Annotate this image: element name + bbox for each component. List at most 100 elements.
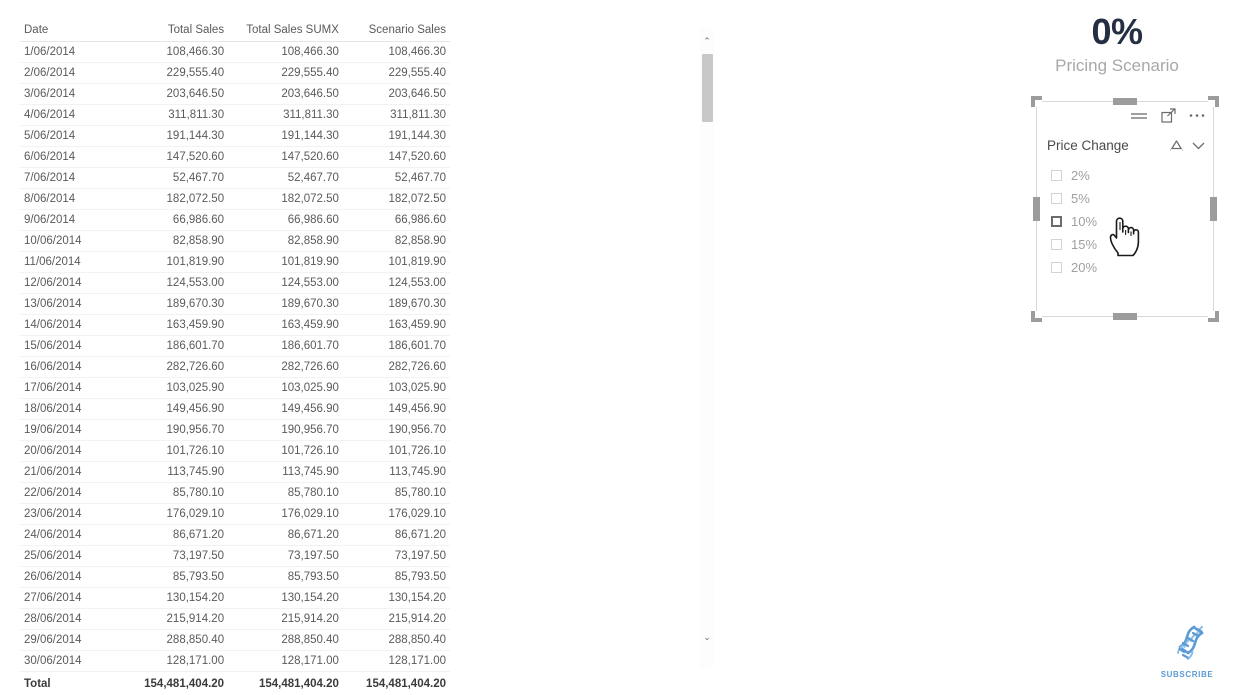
slicer-item[interactable]: 20% xyxy=(1051,256,1201,279)
table-row[interactable]: 16/06/2014282,726.60282,726.60282,726.60 xyxy=(20,357,450,378)
column-header-scenario-sales[interactable]: Scenario Sales xyxy=(343,22,450,42)
slicer-title-row: Price Change xyxy=(1047,138,1205,153)
cell-scenario-sales: 189,670.30 xyxy=(343,294,450,315)
table-row[interactable]: 13/06/2014189,670.30189,670.30189,670.30 xyxy=(20,294,450,315)
table-row[interactable]: 4/06/2014311,811.30311,811.30311,811.30 xyxy=(20,105,450,126)
cell-date: 30/06/2014 xyxy=(20,651,117,672)
cell-scenario-sales: 82,858.90 xyxy=(343,231,450,252)
slicer-item-label: 2% xyxy=(1071,168,1090,183)
cell-date: 24/06/2014 xyxy=(20,525,117,546)
price-change-slicer[interactable]: Price Change 2% 5% 10%15%20% xyxy=(1036,101,1214,317)
cell-total-sales-sumx: 288,850.40 xyxy=(228,630,343,651)
resize-handle-top[interactable] xyxy=(1113,98,1137,105)
cell-date: 27/06/2014 xyxy=(20,588,117,609)
table-row[interactable]: 19/06/2014190,956.70190,956.70190,956.70 xyxy=(20,420,450,441)
cell-total-sales-sumx: 203,646.50 xyxy=(228,84,343,105)
slicer-item[interactable]: 2% xyxy=(1051,164,1201,187)
table-row[interactable]: 29/06/2014288,850.40288,850.40288,850.40 xyxy=(20,630,450,651)
column-header-date[interactable]: Date xyxy=(20,22,117,42)
cell-scenario-sales: 85,793.50 xyxy=(343,567,450,588)
table-row[interactable]: 5/06/2014191,144.30191,144.30191,144.30 xyxy=(20,126,450,147)
resize-handle-bottom[interactable] xyxy=(1113,313,1137,320)
slicer-item[interactable]: 15% xyxy=(1051,233,1201,256)
table-row[interactable]: 25/06/201473,197.5073,197.5073,197.50 xyxy=(20,546,450,567)
column-header-total-sales[interactable]: Total Sales xyxy=(117,22,228,42)
more-options-icon[interactable] xyxy=(1189,113,1205,118)
checkbox-icon[interactable] xyxy=(1051,216,1062,227)
resize-handle-top-right[interactable] xyxy=(1208,96,1219,107)
pricing-scenario-card[interactable]: 0% Pricing Scenario xyxy=(1024,12,1210,78)
table-row[interactable]: 21/06/2014113,745.90113,745.90113,745.90 xyxy=(20,462,450,483)
checkbox-icon[interactable] xyxy=(1051,193,1062,204)
column-header-total-sales-sumx[interactable]: Total Sales SUMX xyxy=(228,22,343,42)
table-row[interactable]: 2/06/2014229,555.40229,555.40229,555.40 xyxy=(20,63,450,84)
table-row[interactable]: 22/06/201485,780.1085,780.1085,780.10 xyxy=(20,483,450,504)
slicer-item-label: 5% xyxy=(1071,191,1090,206)
checkbox-icon[interactable] xyxy=(1051,262,1062,273)
table-row[interactable]: 20/06/2014101,726.10101,726.10101,726.10 xyxy=(20,441,450,462)
table-row[interactable]: 6/06/2014147,520.60147,520.60147,520.60 xyxy=(20,147,450,168)
cell-total-sales-sumx: 189,670.30 xyxy=(228,294,343,315)
cell-total-sales-sumx: 82,858.90 xyxy=(228,231,343,252)
focus-mode-icon[interactable] xyxy=(1161,108,1176,123)
filter-icon[interactable] xyxy=(1130,111,1148,121)
table-row[interactable]: 23/06/2014176,029.10176,029.10176,029.10 xyxy=(20,504,450,525)
table-row[interactable]: 8/06/2014182,072.50182,072.50182,072.50 xyxy=(20,189,450,210)
eraser-clear-icon[interactable] xyxy=(1169,139,1184,152)
table-row[interactable]: 12/06/2014124,553.00124,553.00124,553.00 xyxy=(20,273,450,294)
chevron-down-icon[interactable] xyxy=(1192,141,1205,150)
slicer-header-toolbar[interactable] xyxy=(1130,108,1205,123)
cell-date: 19/06/2014 xyxy=(20,420,117,441)
cell-date: 21/06/2014 xyxy=(20,462,117,483)
resize-handle-bottom-right[interactable] xyxy=(1208,311,1219,322)
sales-table-visual[interactable]: Date Total Sales Total Sales SUMX Scenar… xyxy=(0,0,720,681)
cell-total-sales-sumx: 163,459.90 xyxy=(228,315,343,336)
table-row[interactable]: 1/06/2014108,466.30108,466.30108,466.30 xyxy=(20,42,450,63)
table-row[interactable]: 17/06/2014103,025.90103,025.90103,025.90 xyxy=(20,378,450,399)
table-row[interactable]: 10/06/201482,858.9082,858.9082,858.90 xyxy=(20,231,450,252)
table-row[interactable]: 27/06/2014130,154.20130,154.20130,154.20 xyxy=(20,588,450,609)
resize-handle-right[interactable] xyxy=(1210,197,1217,221)
cell-total-sales: 101,726.10 xyxy=(117,441,228,462)
scroll-up-arrow-icon[interactable]: ⌃ xyxy=(700,34,714,48)
sales-data-table[interactable]: Date Total Sales Total Sales SUMX Scenar… xyxy=(20,22,450,695)
cell-date: 13/06/2014 xyxy=(20,294,117,315)
resize-handle-top-left[interactable] xyxy=(1031,96,1042,107)
resize-handle-left[interactable] xyxy=(1033,197,1040,221)
slicer-item-list[interactable]: 2% 5% 10%15%20% xyxy=(1051,164,1201,279)
cell-total-sales-sumx: 86,671.20 xyxy=(228,525,343,546)
cell-total-sales-sumx: 130,154.20 xyxy=(228,588,343,609)
slicer-item[interactable]: 5% xyxy=(1051,187,1201,210)
cell-date: 15/06/2014 xyxy=(20,336,117,357)
table-row[interactable]: 9/06/201466,986.6066,986.6066,986.60 xyxy=(20,210,450,231)
table-row[interactable]: 30/06/2014128,171.00128,171.00128,171.00 xyxy=(20,651,450,672)
table-row[interactable]: 14/06/2014163,459.90163,459.90163,459.90 xyxy=(20,315,450,336)
table-row[interactable]: 26/06/201485,793.5085,793.5085,793.50 xyxy=(20,567,450,588)
table-row[interactable]: 11/06/2014101,819.90101,819.90101,819.90 xyxy=(20,252,450,273)
table-row[interactable]: 15/06/2014186,601.70186,601.70186,601.70 xyxy=(20,336,450,357)
table-row[interactable]: 24/06/201486,671.2086,671.2086,671.20 xyxy=(20,525,450,546)
table-row[interactable]: 18/06/2014149,456.90149,456.90149,456.90 xyxy=(20,399,450,420)
cell-total-sales: 229,555.40 xyxy=(117,63,228,84)
cell-total-sales-sumx: 108,466.30 xyxy=(228,42,343,63)
table-row[interactable]: 7/06/201452,467.7052,467.7052,467.70 xyxy=(20,168,450,189)
cell-scenario-sales: 282,726.60 xyxy=(343,357,450,378)
slicer-item[interactable]: 10% xyxy=(1051,210,1201,233)
cell-total-sales-sumx: 215,914.20 xyxy=(228,609,343,630)
cell-date: 9/06/2014 xyxy=(20,210,117,231)
table-row[interactable]: 28/06/2014215,914.20215,914.20215,914.20 xyxy=(20,609,450,630)
scrollbar-thumb[interactable] xyxy=(702,54,713,122)
checkbox-icon[interactable] xyxy=(1051,239,1062,250)
cell-total-sales: 124,553.00 xyxy=(117,273,228,294)
resize-handle-bottom-left[interactable] xyxy=(1031,311,1042,322)
cell-date: 14/06/2014 xyxy=(20,315,117,336)
table-vertical-scrollbar[interactable]: ⌃ ⌄ xyxy=(700,28,714,668)
scroll-down-arrow-icon[interactable]: ⌄ xyxy=(700,630,714,644)
table-row[interactable]: 3/06/2014203,646.50203,646.50203,646.50 xyxy=(20,84,450,105)
cell-total-sales-sumx: 85,780.10 xyxy=(228,483,343,504)
kpi-label: Pricing Scenario xyxy=(1024,54,1210,78)
cell-scenario-sales: 101,819.90 xyxy=(343,252,450,273)
cell-total-sales: 85,793.50 xyxy=(117,567,228,588)
cell-scenario-sales: 128,171.00 xyxy=(343,651,450,672)
checkbox-icon[interactable] xyxy=(1051,170,1062,181)
